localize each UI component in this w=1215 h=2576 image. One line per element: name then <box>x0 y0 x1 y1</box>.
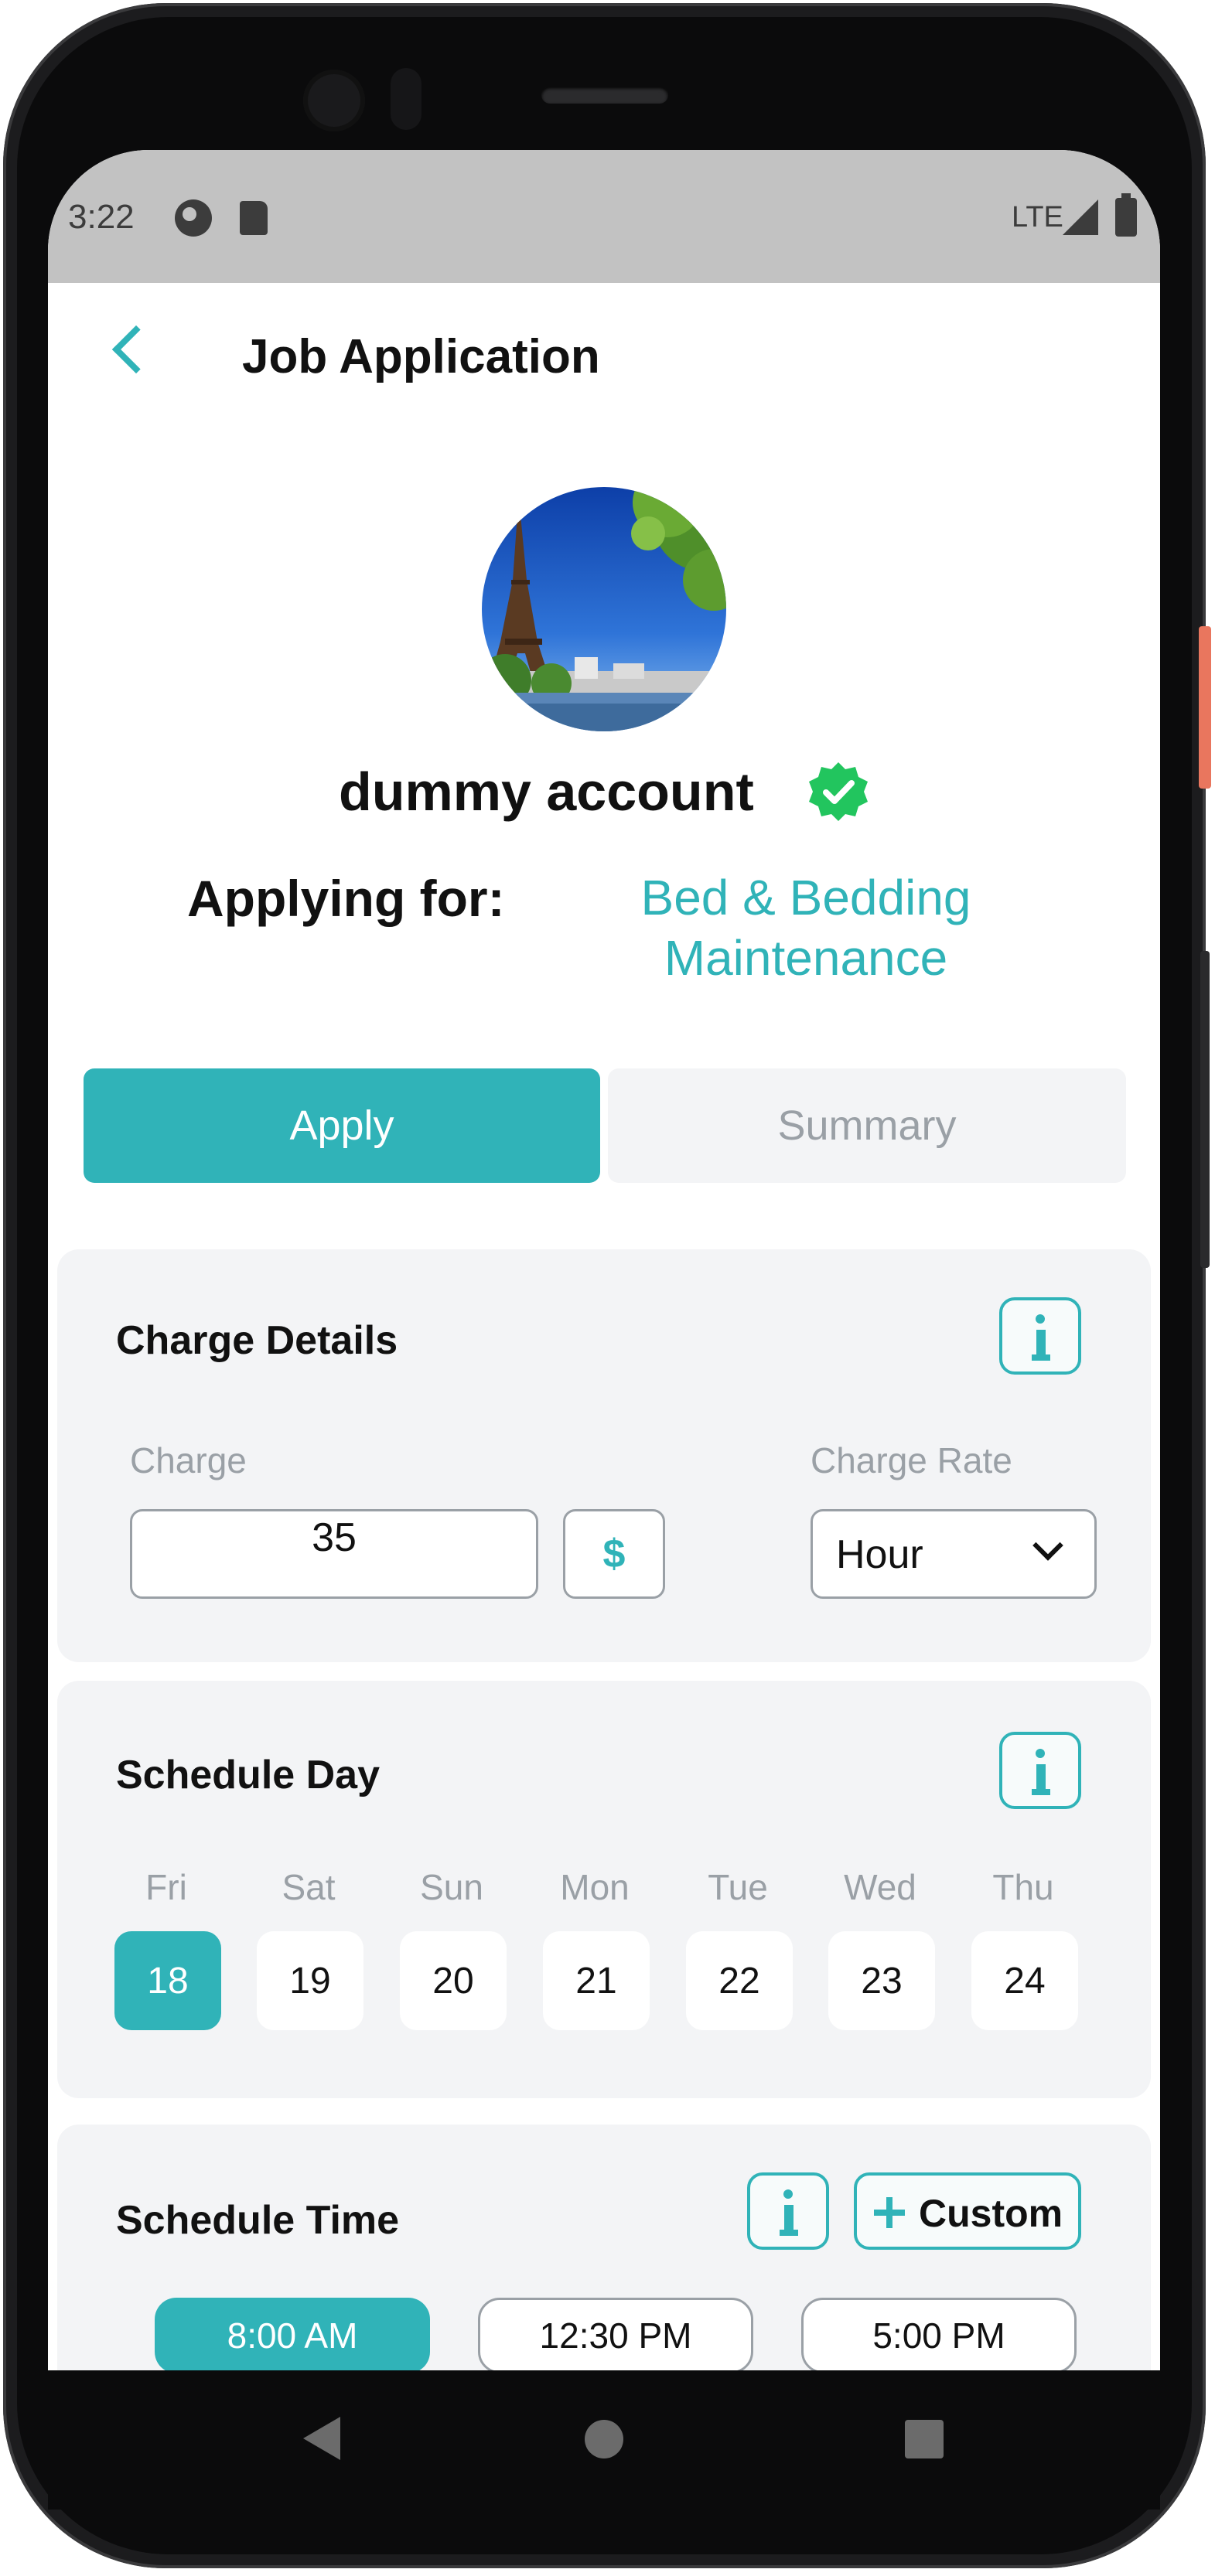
day-chip-23[interactable]: 23 <box>828 1931 935 2030</box>
day-name-tue: Tue <box>708 1867 768 1907</box>
nav-back-icon[interactable] <box>303 2417 340 2460</box>
proximity-sensor <box>391 68 421 130</box>
day-name-sun: Sun <box>420 1867 483 1907</box>
job-title: Bed & Bedding Maintenance <box>589 867 1022 988</box>
charge-input[interactable]: 35 <box>130 1509 538 1599</box>
page-title: Job Application <box>242 330 600 383</box>
day-chip-22[interactable]: 22 <box>686 1931 793 2030</box>
applying-for-label: Applying for: <box>187 870 505 927</box>
schedule-time-info-button[interactable] <box>747 2172 829 2250</box>
app-screen: 3:22 LTE Job Application dummy account A… <box>48 150 1160 2370</box>
schedule-time-card: Schedule Time Custom 8:00 AM 12:30 PM 5:… <box>57 2125 1151 2370</box>
back-icon[interactable] <box>111 325 161 374</box>
job-title-line1: Bed & Bedding <box>640 870 971 925</box>
day-chip-19[interactable]: 19 <box>257 1931 363 2030</box>
battery-icon <box>1115 193 1137 237</box>
nav-home-icon[interactable] <box>585 2420 623 2458</box>
time-chip-5pm[interactable]: 5:00 PM <box>801 2298 1077 2370</box>
sd-card-icon <box>240 201 268 235</box>
charge-rate-label: Charge Rate <box>811 1440 1012 1481</box>
front-camera <box>303 70 365 131</box>
schedule-day-info-button[interactable] <box>999 1732 1081 1809</box>
day-chip-18[interactable]: 18 <box>114 1931 221 2030</box>
tab-summary[interactable]: Summary <box>608 1068 1126 1183</box>
nav-recents-icon[interactable] <box>905 2420 944 2458</box>
info-icon <box>1036 1749 1045 1758</box>
charge-label: Charge <box>130 1440 247 1481</box>
info-icon <box>783 2189 793 2199</box>
verified-badge-icon <box>807 761 869 823</box>
signal-icon <box>1063 199 1098 235</box>
status-bar: 3:22 LTE <box>48 150 1160 283</box>
power-button <box>1199 626 1211 789</box>
charge-rate-value: Hour <box>836 1532 923 1577</box>
tab-apply[interactable]: Apply <box>84 1068 600 1183</box>
custom-label: Custom <box>919 2192 1063 2235</box>
schedule-time-title: Schedule Time <box>116 2198 400 2243</box>
charge-rate-select[interactable]: Hour <box>811 1509 1097 1599</box>
day-chip-21[interactable]: 21 <box>543 1931 650 2030</box>
charge-value: 35 <box>312 1515 357 1560</box>
info-icon <box>1036 1314 1045 1324</box>
currency-button[interactable]: $ <box>563 1509 665 1599</box>
profile-name: dummy account <box>339 762 754 822</box>
avatar <box>482 487 726 731</box>
network-type: LTE <box>1012 201 1063 233</box>
earpiece-speaker <box>541 87 668 104</box>
day-name-fri: Fri <box>145 1867 187 1907</box>
system-nav-bar <box>48 2370 1160 2510</box>
schedule-day-card: Schedule Day Fri Sat Sun Mon Tue Wed Thu… <box>57 1681 1151 2098</box>
day-chip-24[interactable]: 24 <box>971 1931 1078 2030</box>
day-name-mon: Mon <box>560 1867 630 1907</box>
charge-details-title: Charge Details <box>116 1318 398 1363</box>
chevron-down-icon <box>1032 1530 1063 1561</box>
day-chip-20[interactable]: 20 <box>400 1931 507 2030</box>
time-chip-1230pm[interactable]: 12:30 PM <box>478 2298 753 2370</box>
volume-button <box>1200 951 1210 1268</box>
day-name-sat: Sat <box>282 1867 336 1907</box>
day-name-wed: Wed <box>844 1867 916 1907</box>
charge-details-card: Charge Details Charge Charge Rate 35 $ H… <box>57 1249 1151 1662</box>
plus-icon <box>874 2197 905 2228</box>
day-name-thu: Thu <box>992 1867 1054 1907</box>
data-saver-icon <box>175 199 212 237</box>
status-time: 3:22 <box>68 198 135 236</box>
charge-info-button[interactable] <box>999 1297 1081 1375</box>
custom-time-button[interactable]: Custom <box>854 2172 1081 2250</box>
time-chip-8am[interactable]: 8:00 AM <box>155 2298 430 2370</box>
schedule-day-title: Schedule Day <box>116 1753 381 1797</box>
job-title-line2: Maintenance <box>664 930 948 986</box>
